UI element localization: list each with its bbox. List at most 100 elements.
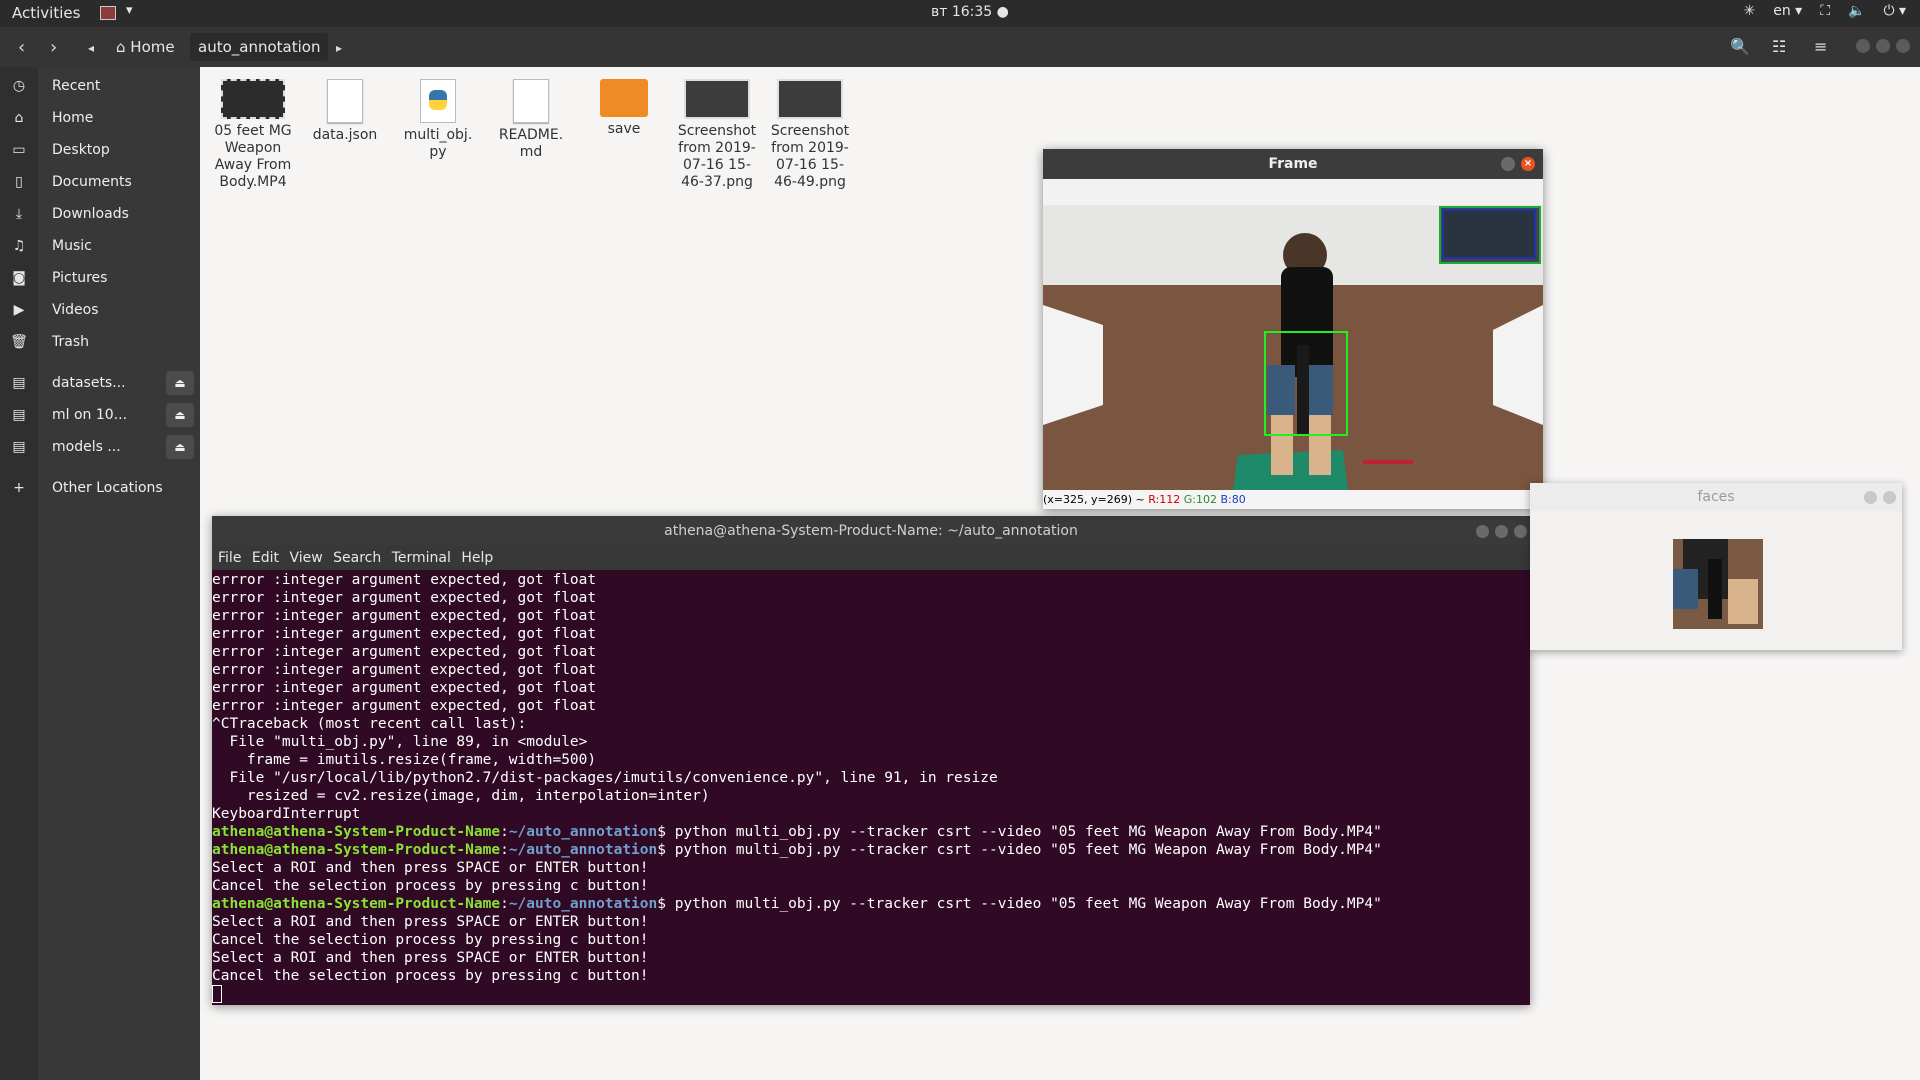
clock[interactable]: вт 16:35 ● [931, 4, 1009, 20]
eject-icon[interactable]: ⏏ [166, 403, 194, 427]
sidebar-item-videos[interactable]: ▶ Videos [0, 296, 200, 324]
sidebar-item-documents[interactable]: ▯ Documents [0, 168, 200, 196]
sidebar-item-home[interactable]: ⌂ Home [0, 104, 200, 132]
sidebar-item-recent[interactable]: ◷ Recent [0, 72, 200, 100]
sidebar-mount-datasets[interactable]: ▤ datasets... ⏏ [0, 369, 200, 397]
sidebar-mount-ml[interactable]: ▤ ml on 10... ⏏ [0, 401, 200, 429]
file-item[interactable]: 05 feet MG Weapon Away From Body.MP4 [208, 79, 298, 191]
chevron-left-icon[interactable]: ◂ [88, 41, 94, 55]
menu-edit[interactable]: Edit [252, 546, 279, 570]
sidebar-item-label: Trash [52, 334, 89, 350]
terminal-cursor-line [212, 985, 1530, 1005]
language-indicator[interactable]: en ▾ [1773, 3, 1802, 19]
prompt-user: athena@athena-System-Product-Name [212, 896, 501, 912]
sidebar-item-label: Downloads [52, 206, 129, 222]
terminal-window[interactable]: athena@athena-System-Product-Name: ~/aut… [212, 516, 1530, 1005]
close-icon[interactable] [1896, 39, 1910, 53]
trash-icon: 🗑 [10, 334, 28, 350]
volume-icon[interactable]: 🔈 [1848, 3, 1865, 19]
frame-titlebar[interactable]: Frame × [1043, 149, 1543, 179]
file-item[interactable]: multi_obj. py [393, 79, 483, 161]
network-icon[interactable]: ⛶ [1820, 3, 1830, 19]
files-header: ‹ › ◂ ⌂ Home auto_annotation ▸ 🔍 ☷ ≡ [0, 27, 1920, 67]
minimize-icon[interactable] [1476, 525, 1489, 538]
back-icon[interactable]: ‹ [18, 37, 25, 58]
terminal-line: File "multi_obj.py", line 89, in <module… [212, 734, 588, 750]
text-file-icon [327, 79, 363, 123]
menu-view[interactable]: View [289, 546, 322, 570]
eject-icon[interactable]: ⏏ [166, 435, 194, 459]
faces-window[interactable]: faces [1530, 483, 1902, 650]
prompt-command: $ python multi_obj.py --tracker csrt --v… [657, 842, 1382, 858]
sidebar-item-label: Home [52, 110, 94, 126]
faces-titlebar[interactable]: faces [1530, 483, 1902, 511]
terminal-line: athena@athena-System-Product-Name:~/auto… [212, 895, 1530, 913]
breadcrumb-current[interactable]: auto_annotation [190, 33, 329, 61]
terminal-output[interactable]: errror :integer argument expected, got f… [212, 571, 1530, 1005]
sidebar-item-pictures[interactable]: ◙ Pictures [0, 264, 200, 292]
menu-terminal[interactable]: Terminal [392, 546, 451, 570]
menu-icon[interactable]: ≡ [1814, 37, 1827, 56]
window-title: athena@athena-System-Product-Name: ~/aut… [664, 523, 1078, 539]
document-icon: ▯ [15, 174, 23, 190]
terminal-line: errror :integer argument expected, got f… [212, 698, 597, 714]
power-icon[interactable]: ⏻ ▾ [1883, 3, 1906, 19]
file-item[interactable]: save [579, 79, 669, 138]
terminal-line: errror :integer argument expected, got f… [212, 680, 597, 696]
eject-icon[interactable]: ⏏ [166, 371, 194, 395]
maximize-icon[interactable] [1876, 39, 1890, 53]
chevron-right-icon[interactable]: ▸ [336, 41, 342, 55]
sidebar-item-label: Recent [52, 78, 101, 94]
prompt-command: $ python multi_obj.py --tracker csrt --v… [657, 824, 1382, 840]
terminal-line: Select a ROI and then press SPACE or ENT… [212, 950, 649, 966]
minimize-icon[interactable] [1501, 157, 1515, 171]
prompt-path: ~/auto_annotation [508, 842, 658, 858]
frame-window[interactable]: Frame × (x=325, y=269) ~ R:112 G:102 B:8… [1043, 149, 1543, 509]
search-icon[interactable]: 🔍 [1730, 37, 1750, 56]
terminal-line: File "/usr/local/lib/python2.7/dist-pack… [212, 770, 998, 786]
file-item[interactable]: Screenshot from 2019-07-16 15-46-37.png [672, 79, 762, 191]
terminal-line: Cancel the selection process by pressing… [212, 878, 649, 894]
sidebar-item-label: Videos [52, 302, 99, 318]
sidebar-item-music[interactable]: ♫ Music [0, 232, 200, 260]
menu-search[interactable]: Search [333, 546, 381, 570]
minimize-icon[interactable] [1864, 491, 1877, 504]
menu-file[interactable]: File [218, 546, 241, 570]
file-name: Screenshot from 2019-07-16 15-46-49.png [770, 123, 850, 190]
maximize-icon[interactable] [1495, 525, 1508, 538]
terminal-titlebar[interactable]: athena@athena-System-Product-Name: ~/aut… [212, 516, 1530, 546]
terminal-line: errror :integer argument expected, got f… [212, 572, 597, 588]
sidebar-mount-models[interactable]: ▤ models ... ⏏ [0, 433, 200, 461]
terminal-cursor [212, 985, 222, 1003]
sidebar-item-label: datasets... [52, 375, 126, 391]
pixel-blue-value: B:80 [1220, 493, 1246, 506]
close-icon[interactable] [1883, 491, 1896, 504]
file-item[interactable]: Screenshot from 2019-07-16 15-46-49.png [765, 79, 855, 191]
frame-toolbar [1043, 179, 1543, 205]
view-options-icon[interactable]: ☷ [1772, 37, 1786, 56]
file-item[interactable]: README. md [486, 79, 576, 161]
menu-help[interactable]: Help [461, 546, 493, 570]
accessibility-icon[interactable]: ✳ [1743, 3, 1755, 19]
sidebar-item-downloads[interactable]: ⤓ Downloads [0, 200, 200, 228]
file-item[interactable]: data.json [300, 79, 390, 144]
terminal-line: Cancel the selection process by pressing… [212, 968, 649, 984]
python-file-icon [420, 79, 456, 123]
minimize-icon[interactable] [1856, 39, 1870, 53]
sidebar-item-other-locations[interactable]: + Other Locations [0, 474, 200, 502]
text-file-icon [513, 79, 549, 123]
close-icon[interactable]: × [1521, 157, 1535, 171]
activities-button[interactable]: Activities [12, 4, 80, 22]
file-name: Screenshot from 2019-07-16 15-46-37.png [677, 123, 757, 190]
breadcrumb-home[interactable]: ⌂ Home [108, 33, 183, 61]
forward-icon[interactable]: › [50, 37, 57, 58]
chevron-down-icon[interactable]: ▾ [126, 3, 133, 18]
app-menu-icon[interactable] [100, 6, 116, 20]
video-frame[interactable] [1043, 205, 1543, 490]
sidebar-item-trash[interactable]: 🗑 Trash [0, 328, 200, 356]
sidebar-item-desktop[interactable]: ▭ Desktop [0, 136, 200, 164]
close-icon[interactable] [1514, 525, 1527, 538]
image-thumbnail [684, 79, 750, 119]
home-icon: ⌂ [116, 38, 131, 56]
terminal-line: errror :integer argument expected, got f… [212, 626, 597, 642]
